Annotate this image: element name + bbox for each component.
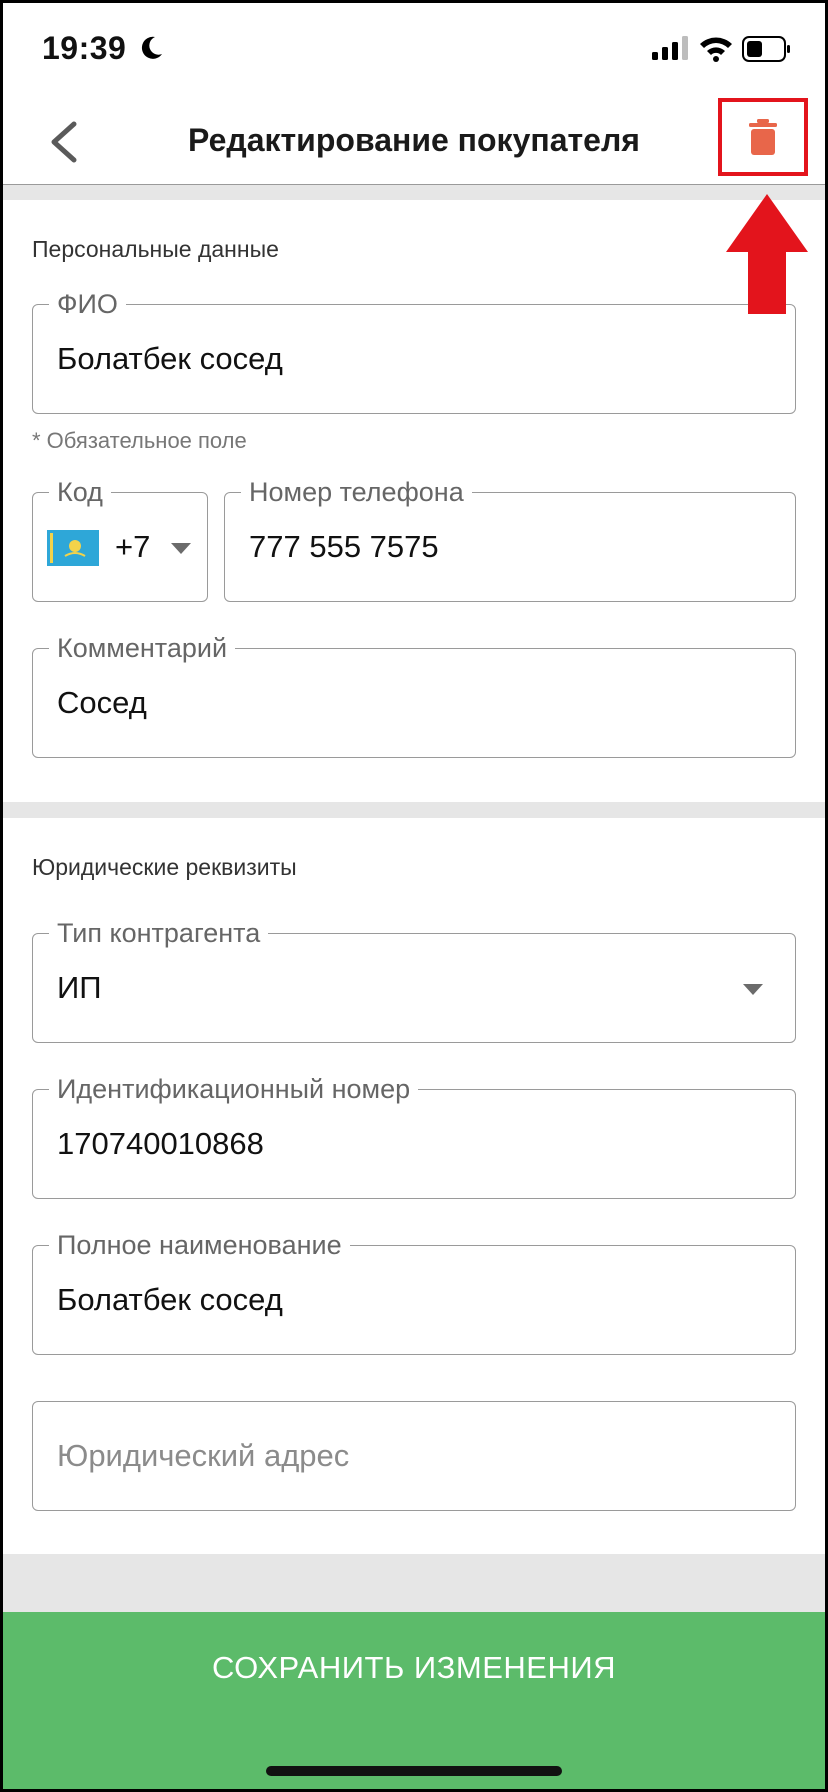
counterparty-type-label: Тип контрагента — [49, 916, 269, 950]
annotation-arrow-icon — [726, 194, 808, 314]
counterparty-type-select[interactable]: Тип контрагента ИП — [32, 916, 796, 1043]
section-divider-bottom — [0, 1554, 828, 1612]
battery-icon — [742, 36, 790, 62]
moon-icon — [141, 36, 162, 59]
full-name-field[interactable]: Полное наименование Болатбек сосед — [32, 1228, 796, 1355]
chevron-down-icon — [171, 543, 191, 554]
status-bar: 19:39 — [0, 0, 828, 100]
comment-value: Сосед — [57, 685, 147, 720]
section-title-personal: Персональные данные — [32, 236, 279, 262]
status-time: 19:39 — [42, 30, 127, 66]
required-hint: * Обязательное поле — [32, 428, 247, 453]
delete-button[interactable] — [718, 98, 808, 176]
wifi-icon — [700, 37, 732, 62]
comment-label: Комментарий — [49, 631, 236, 665]
phone-value: 777 555 7575 — [249, 529, 439, 564]
code-label: Код — [49, 475, 111, 509]
save-changes-button[interactable]: СОХРАНИТЬ ИЗМЕНЕНИЯ — [3, 1612, 825, 1792]
fio-field[interactable]: ФИО Болатбек сосед — [32, 287, 796, 414]
chevron-down-icon — [743, 984, 763, 995]
home-indicator — [266, 1766, 562, 1776]
code-value: +7 — [115, 529, 151, 564]
legal-address-placeholder: Юридический адрес — [57, 1438, 350, 1473]
full-name-value: Болатбек сосед — [57, 1282, 283, 1317]
section-divider-top — [0, 185, 828, 200]
chevron-left-icon — [51, 121, 77, 163]
section-divider-middle — [0, 802, 828, 818]
counterparty-type-value: ИП — [57, 970, 102, 1005]
phone-field[interactable]: Номер телефона 777 555 7575 — [224, 475, 796, 602]
fio-label: ФИО — [49, 287, 126, 321]
id-number-value: 170740010868 — [57, 1126, 264, 1161]
country-code-select[interactable]: Код +7 — [32, 475, 208, 602]
comment-field[interactable]: Комментарий Сосед — [32, 631, 796, 758]
full-name-label: Полное наименование — [49, 1228, 350, 1262]
cellular-signal-icon — [652, 36, 688, 60]
kazakhstan-flag-icon — [47, 530, 99, 566]
phone-label: Номер телефона — [241, 475, 472, 509]
id-number-field[interactable]: Идентификационный номер 170740010868 — [32, 1072, 796, 1199]
id-number-label: Идентификационный номер — [49, 1072, 419, 1106]
section-title-legal: Юридические реквизиты — [32, 854, 297, 880]
save-changes-label: СОХРАНИТЬ ИЗМЕНЕНИЯ — [211, 1650, 617, 1685]
app-header: Редактирование покупателя — [0, 98, 828, 185]
page-title: Редактирование покупателя — [188, 122, 640, 158]
trash-icon — [749, 119, 777, 155]
back-button[interactable] — [44, 118, 88, 166]
fio-value: Болатбек сосед — [57, 341, 283, 376]
screenshot-frame — [0, 0, 828, 1792]
legal-address-field[interactable]: Юридический адрес — [32, 1401, 796, 1511]
